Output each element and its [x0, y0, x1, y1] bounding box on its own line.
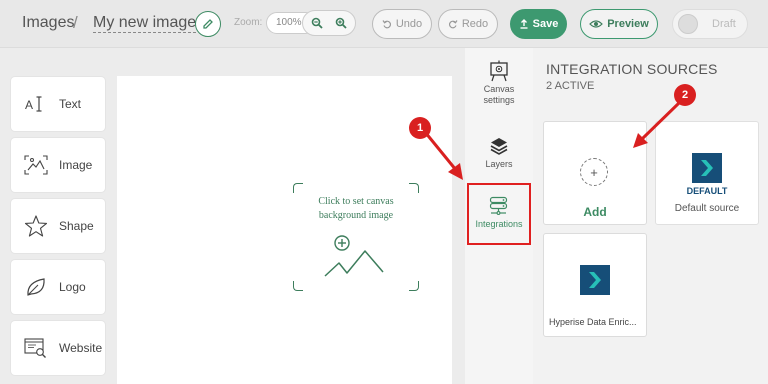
breadcrumb-images[interactable]: Images — [22, 14, 74, 32]
panel-title: INTEGRATION SOURCES — [546, 61, 718, 77]
tool-website-label: Website — [59, 341, 103, 355]
zoom-controls — [302, 10, 356, 36]
undo-button[interactable]: Undo — [372, 9, 432, 39]
undo-icon — [382, 20, 391, 29]
frame-corner — [409, 281, 419, 291]
layers-icon — [487, 135, 511, 157]
default-source-card[interactable]: DEFAULT Default source — [655, 121, 759, 225]
breadcrumb-separator: / — [73, 13, 78, 32]
rail-layers[interactable]: Layers — [465, 135, 533, 170]
zoom-in-button[interactable] — [332, 14, 350, 32]
rail-layers-label: Layers — [485, 159, 513, 169]
tool-shape-label: Shape — [59, 219, 94, 233]
zoom-out-button[interactable] — [308, 14, 326, 32]
preview-button[interactable]: Preview — [580, 9, 658, 39]
rail-canvas-settings-label: Canvas settings — [483, 84, 515, 105]
website-icon — [24, 336, 48, 360]
svg-text:A: A — [25, 98, 33, 112]
undo-label: Undo — [395, 18, 423, 30]
tool-logo-label: Logo — [59, 280, 86, 294]
leaf-icon — [24, 275, 48, 299]
redo-button[interactable]: Redo — [438, 9, 498, 39]
default-source-name: Default source — [674, 203, 740, 214]
tool-shape[interactable]: Shape — [11, 199, 105, 253]
zoom-label: Zoom: — [234, 17, 263, 28]
add-integration-card[interactable]: + Add — [543, 121, 647, 225]
hyperise-logo-icon — [692, 153, 722, 183]
edit-title-button[interactable] — [195, 11, 221, 37]
callout-badge-2: 2 — [674, 84, 696, 106]
preview-label: Preview — [607, 18, 649, 30]
callout-badge-1: 1 — [409, 117, 431, 139]
image-title[interactable]: My new image — [93, 14, 197, 33]
easel-icon — [487, 60, 511, 82]
redo-label: Redo — [461, 18, 489, 30]
tool-image-label: Image — [59, 158, 93, 172]
default-badge: DEFAULT — [686, 186, 728, 196]
draft-label: Draft — [712, 18, 736, 30]
eye-icon — [589, 20, 604, 28]
save-button[interactable]: Save — [510, 9, 567, 39]
panel-subtitle: 2 ACTIVE — [546, 80, 595, 92]
tool-text-label: Text — [59, 97, 82, 111]
star-icon — [24, 214, 48, 238]
placeholder-line-2: background image — [318, 210, 394, 221]
rail-canvas-settings[interactable]: Canvas settings — [465, 60, 533, 106]
text-cursor-icon: A — [24, 92, 48, 116]
pencil-icon — [203, 19, 213, 29]
placeholder-line-1: Click to set canvas — [318, 196, 394, 207]
tool-website[interactable]: Website — [11, 321, 105, 375]
frame-corner — [293, 281, 303, 291]
frame-corner — [293, 183, 303, 193]
toggle-knob — [678, 14, 698, 34]
frame-corner — [409, 183, 419, 193]
draft-toggle[interactable]: Draft — [672, 9, 748, 39]
canvas-background-placeholder[interactable]: Click to set canvas background image — [293, 183, 419, 291]
redo-icon — [448, 20, 458, 29]
add-icon: + — [580, 158, 608, 186]
tool-logo[interactable]: Logo — [11, 260, 105, 314]
tool-text[interactable]: A Text — [11, 77, 105, 131]
zoom-in-icon — [335, 17, 347, 29]
save-label: Save — [532, 18, 559, 30]
top-bar: Images / My new image Zoom: 100% Undo Re… — [0, 0, 768, 48]
hyperise-source-card[interactable]: Hyperise Data Enric... — [543, 233, 647, 337]
upload-icon — [520, 19, 528, 29]
hyperise-source-name: Hyperise Data Enric... — [549, 317, 637, 327]
image-icon — [24, 153, 48, 177]
hyperise-logo-icon — [580, 265, 610, 295]
integrations-highlight-box — [467, 183, 531, 245]
tool-image[interactable]: Image — [11, 138, 105, 192]
zoom-out-icon — [311, 17, 323, 29]
add-label: Add — [583, 205, 607, 219]
add-image-icon — [324, 235, 384, 277]
placeholder-text: Click to set canvas background image — [293, 195, 419, 223]
